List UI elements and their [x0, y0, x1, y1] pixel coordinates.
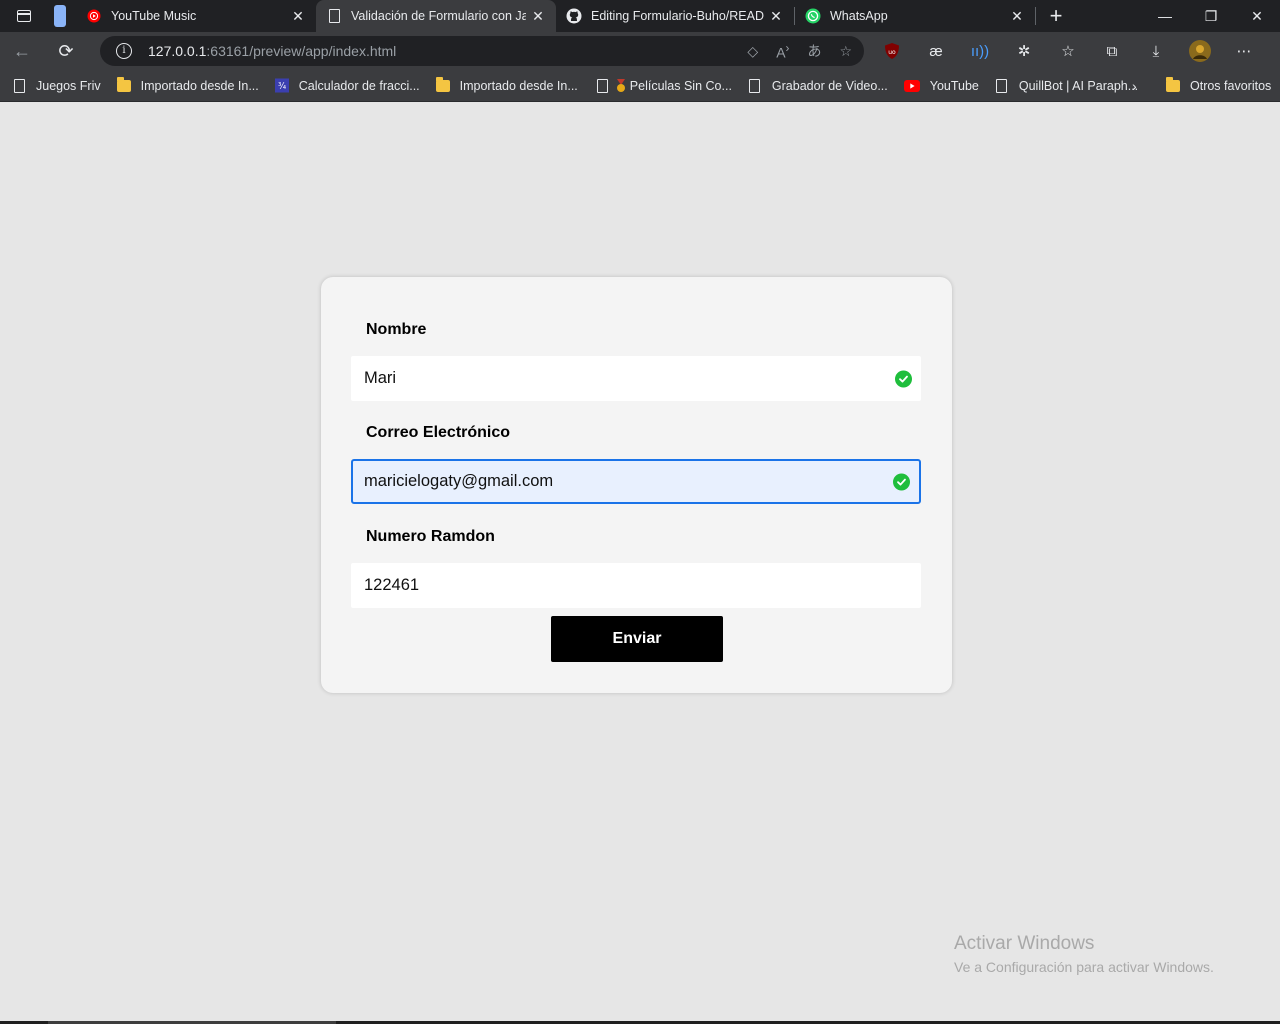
url-path: :63161/preview/app/index.html — [206, 43, 397, 59]
restore-icon[interactable]: ❐ — [1188, 0, 1234, 32]
tab-youtube-music[interactable]: YouTube Music ✕ — [76, 0, 316, 32]
page-icon — [12, 78, 26, 94]
email-label: Correo Electrónico — [366, 424, 511, 441]
audio-icon[interactable]: ıı)) — [958, 32, 1002, 70]
bookmark-item[interactable]: Películas Sin Co... — [596, 78, 732, 94]
close-tab-icon[interactable]: ✕ — [1009, 8, 1025, 24]
tab-label: Editing Formulario-Buho/README.md — [591, 9, 764, 23]
random-number-label: Numero Ramdon — [366, 528, 495, 545]
add-favorite-icon[interactable]: ☆ — [839, 43, 852, 60]
page-viewport: Nombre Mari Correo Electrónico maricielo… — [0, 103, 1280, 1024]
downloads-icon[interactable]: ⤓ — [1134, 32, 1178, 70]
windows-activation-watermark: Activar Windows Ve a Configuración para … — [954, 933, 1214, 975]
url-text: 127.0.0.1:63161/preview/app/index.html — [148, 43, 396, 59]
bookmark-item[interactable]: QuillBot | AI Paraph... — [995, 78, 1138, 94]
tab-actions-icon — [17, 10, 31, 22]
vertical-tabs-button[interactable] — [48, 0, 72, 32]
dictionary-icon[interactable]: æ — [914, 32, 958, 70]
submit-button[interactable]: Enviar — [551, 616, 723, 662]
svg-text:¾: ¾ — [278, 81, 286, 91]
bookmark-item[interactable]: Grabador de Video... — [748, 78, 888, 94]
bookmark-label: Importado desde In... — [459, 78, 578, 93]
close-window-icon[interactable]: ✕ — [1234, 0, 1280, 32]
bookmark-label: Juegos Friv — [36, 78, 101, 93]
page-icon — [748, 78, 762, 94]
bookmark-label: Películas Sin Co... — [629, 78, 732, 93]
tag-icon[interactable]: ◇ — [747, 43, 758, 60]
tab-strip: YouTube Music ✕ Validación de Formulario… — [0, 0, 1280, 32]
bookmarks-bar: Juegos Friv Importado desde In... ¾ Calcu… — [0, 70, 1280, 102]
tab-label: Validación de Formulario con JavaScript — [351, 9, 526, 23]
url-host: 127.0.0.1 — [148, 43, 207, 59]
watermark-subtitle: Ve a Configuración para activar Windows. — [954, 959, 1214, 975]
collections-icon[interactable]: ⧉ — [1090, 32, 1134, 70]
svg-text:uo: uo — [888, 49, 896, 56]
bookmark-item[interactable]: Importado desde In... — [116, 76, 259, 94]
tab-label: WhatsApp — [830, 9, 888, 23]
random-number-input[interactable]: 122461 — [351, 563, 921, 608]
medal-icon — [616, 78, 626, 94]
youtube-music-icon — [86, 8, 102, 24]
bookmark-label: Calculador de fracci... — [298, 78, 420, 93]
browser-toolbar: ← ⟳ i 127.0.0.1:63161/preview/app/index.… — [0, 32, 1280, 70]
close-tab-icon[interactable]: ✕ — [768, 8, 784, 24]
email-input[interactable]: maricielogaty@gmail.com — [351, 459, 921, 504]
other-bookmarks[interactable]: Otros favoritos — [1166, 70, 1271, 102]
chevron-right-icon[interactable]: › — [1132, 78, 1137, 94]
reload-button[interactable]: ⟳ — [44, 32, 88, 70]
more-menu-icon[interactable]: ⋯ — [1222, 32, 1266, 70]
name-value: Mari — [364, 369, 397, 387]
check-circle-icon — [895, 370, 912, 387]
folder-icon — [435, 76, 450, 94]
tab-actions-button[interactable] — [0, 0, 48, 32]
tab-label: YouTube Music — [111, 9, 197, 23]
bookmark-item[interactable]: Importado desde In... — [435, 76, 578, 94]
address-bar[interactable]: i 127.0.0.1:63161/preview/app/index.html… — [100, 36, 864, 66]
whatsapp-icon — [805, 8, 821, 24]
favorites-icon[interactable]: ☆ — [1046, 32, 1090, 70]
folder-icon — [1166, 77, 1180, 94]
email-value: maricielogaty@gmail.com — [364, 472, 554, 490]
address-bar-actions: ◇ A› あ ☆ — [747, 36, 852, 66]
watermark-title: Activar Windows — [954, 933, 1095, 954]
minimize-icon[interactable]: — — [1142, 0, 1188, 32]
page-icon — [596, 78, 610, 94]
bookmark-item[interactable]: ¾ Calculador de fracci... — [274, 78, 420, 94]
random-number-value: 122461 — [364, 576, 420, 594]
folder-icon — [116, 76, 131, 94]
page-icon — [326, 8, 342, 24]
name-label: Nombre — [366, 321, 427, 338]
fraction-icon: ¾ — [274, 78, 289, 94]
name-input[interactable]: Mari — [351, 356, 921, 401]
vertical-tabs-icon — [54, 5, 66, 27]
read-aloud-icon[interactable]: A› — [776, 42, 789, 61]
check-circle-icon — [893, 473, 910, 490]
site-info-icon[interactable]: i — [116, 43, 132, 59]
tab-whatsapp[interactable]: WhatsApp ✕ — [795, 0, 1035, 32]
translate-icon[interactable]: あ — [807, 41, 821, 61]
new-tab-button[interactable]: + — [1040, 0, 1072, 32]
bookmark-label: QuillBot | AI Paraph... — [1018, 78, 1139, 93]
window-controls: — ❐ ✕ — [1142, 0, 1280, 32]
page-icon — [995, 78, 1009, 94]
avatar[interactable] — [1178, 32, 1222, 70]
ublock-icon[interactable]: uo — [870, 32, 914, 70]
bookmark-label: Grabador de Video... — [771, 78, 888, 93]
tab-separator — [1035, 7, 1036, 25]
extensions-toolbar: uo æ ıı)) ✲ ☆ ⧉ ⤓ ⋯ — [870, 32, 1266, 70]
bookmark-label: Importado desde In... — [140, 78, 259, 93]
tab-form-validation[interactable]: Validación de Formulario con JavaScript … — [316, 0, 556, 32]
validation-form: Nombre Mari Correo Electrónico maricielo… — [321, 277, 952, 693]
close-tab-icon[interactable]: ✕ — [530, 8, 546, 24]
close-tab-icon[interactable]: ✕ — [290, 8, 306, 24]
other-bookmarks-label: Otros favoritos — [1190, 79, 1272, 93]
extensions-icon[interactable]: ✲ — [1002, 32, 1046, 70]
youtube-icon — [903, 78, 920, 94]
back-button[interactable]: ← — [0, 32, 44, 70]
tab-github-readme[interactable]: Editing Formulario-Buho/README.md ✕ — [556, 0, 794, 32]
github-icon — [566, 8, 582, 24]
bookmark-item[interactable]: YouTube — [903, 78, 979, 94]
bookmark-item[interactable]: Juegos Friv — [12, 78, 101, 94]
bookmark-label: YouTube — [929, 78, 979, 93]
